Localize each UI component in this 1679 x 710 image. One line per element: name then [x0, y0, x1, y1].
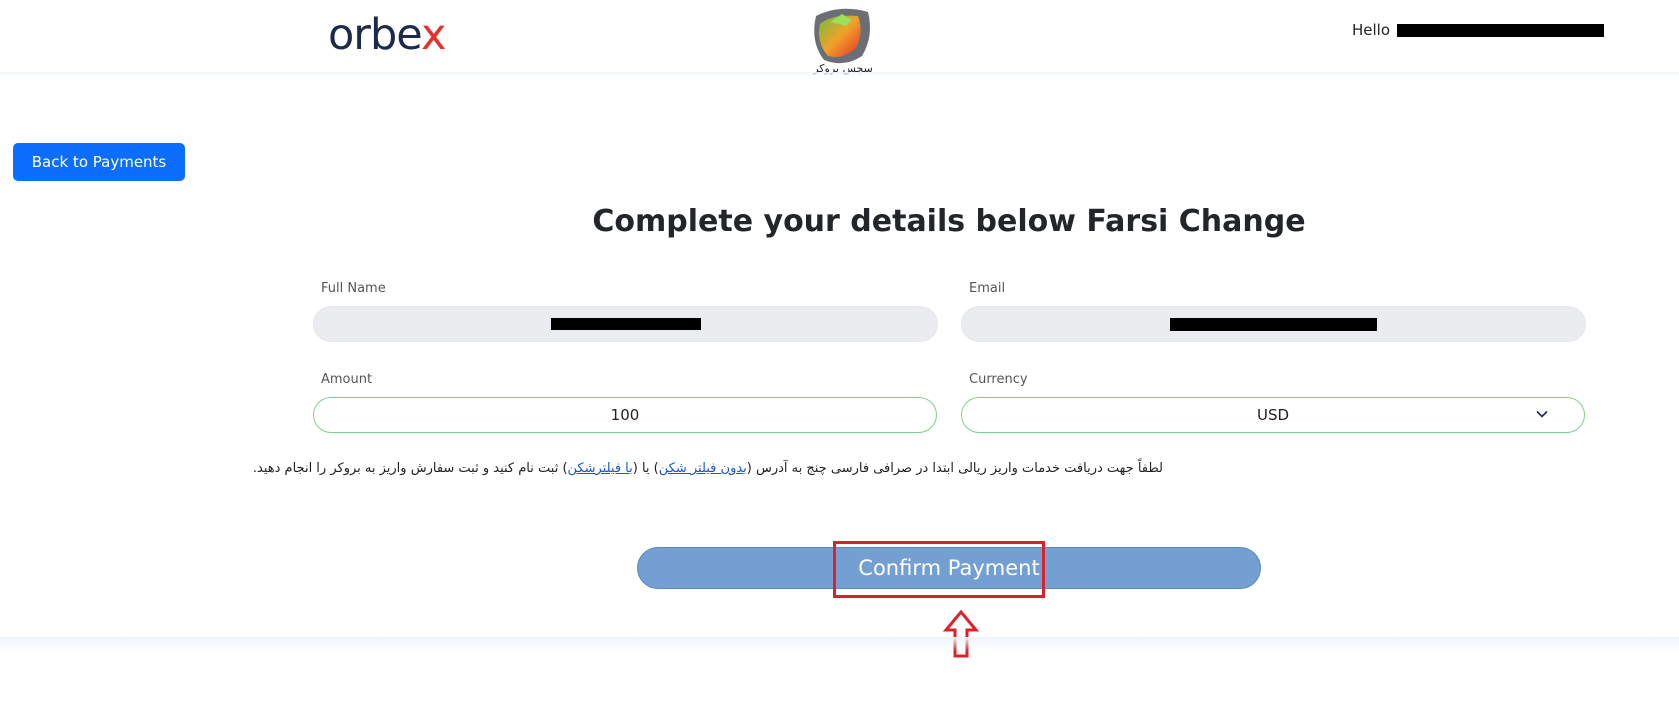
email-label: Email	[969, 281, 1006, 296]
redacted-full-name	[550, 318, 701, 330]
note-middle: ) یا (	[632, 461, 659, 476]
orbex-logo[interactable]: orbex	[328, 10, 446, 60]
full-name-label: Full Name	[321, 281, 386, 296]
note-suffix: ) ثبت نام کنید و ثبت سفارش واریز به بروک…	[252, 461, 568, 476]
amount-input[interactable]: 100	[313, 397, 937, 433]
user-greeting: Hello	[1352, 21, 1604, 39]
currency-label: Currency	[969, 372, 1028, 387]
email-field[interactable]	[961, 306, 1586, 342]
greeting-label: Hello	[1352, 21, 1391, 39]
farsi-change-note: لطفاً جهت دریافت خدمات واریز ریالی ابتدا…	[253, 461, 1163, 476]
page-title: Complete your details below Farsi Change	[592, 204, 1306, 239]
annotation-highlight-box	[833, 541, 1045, 598]
amount-label: Amount	[321, 372, 373, 387]
currency-value: USD	[1256, 406, 1290, 424]
chevron-down-icon	[1536, 410, 1548, 418]
no-vpn-link[interactable]: بدون فیلتر شکن	[659, 461, 747, 476]
site-header: orbex سچس بروکر Hello	[0, 0, 1679, 75]
redacted-email	[1170, 317, 1377, 331]
header-divider	[0, 72, 1679, 78]
redacted-username[interactable]	[1396, 24, 1604, 37]
back-to-payments-button[interactable]: Back to Payments	[13, 143, 185, 181]
with-vpn-link[interactable]: با فیلترشکن	[568, 461, 633, 476]
footer-band	[0, 637, 1679, 651]
payment-page: orbex سچس بروکر Hello Back to Payments C…	[0, 0, 1679, 710]
note-prefix: لطفاً جهت دریافت خدمات واریز ریالی ابتدا…	[746, 461, 1163, 476]
full-name-field[interactable]	[313, 306, 938, 342]
currency-select[interactable]: USD	[961, 397, 1585, 433]
